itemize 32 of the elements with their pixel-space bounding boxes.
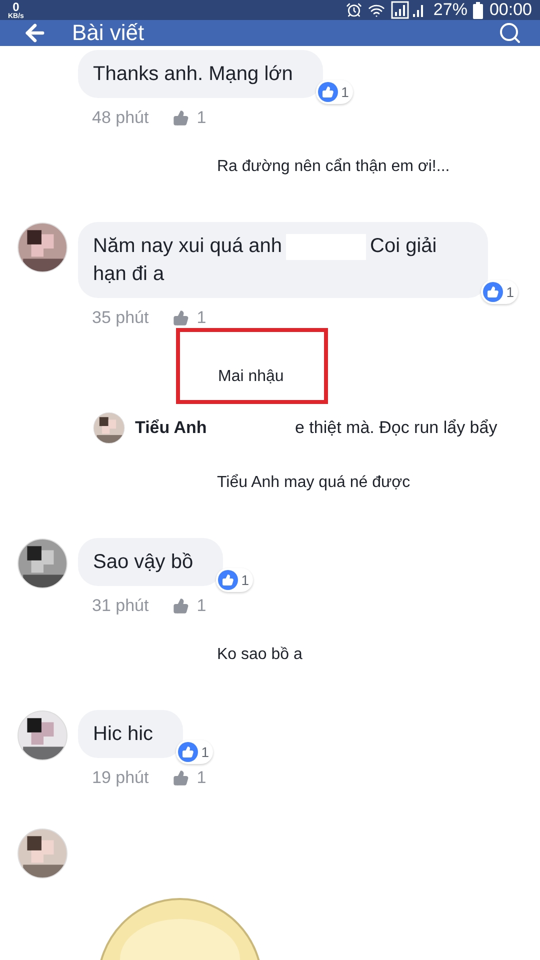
like-count: 1 — [196, 596, 206, 616]
clock: 00:00 — [489, 0, 532, 20]
comment-text: Hic hic — [93, 722, 154, 747]
comment-time: 19 phút — [92, 768, 149, 788]
reaction-badge[interactable]: 1 — [481, 280, 518, 304]
alarm-icon — [346, 2, 362, 18]
battery-icon — [473, 2, 484, 18]
like-icon[interactable] — [172, 598, 189, 614]
like-count: 1 — [196, 308, 206, 328]
comment-text: Thanks anh. Mạng lớn — [93, 62, 293, 87]
comment-text: Năm nay xui quá anh Coi giải hạn đi a — [93, 232, 438, 287]
like-count: 1 — [196, 768, 206, 788]
reply-author[interactable]: Tiểu Anh — [135, 418, 285, 438]
like-count: 1 — [196, 108, 206, 128]
reaction-badge[interactable]: 1 — [176, 740, 214, 764]
reply-text: e thiệt mà. Đọc run lẩy bẩy — [295, 418, 498, 438]
comment-time: 35 phút — [92, 308, 149, 328]
comment-time: 31 phút — [92, 596, 149, 616]
caption-text: Ra đường nên cẩn thận em ơi!... — [217, 158, 450, 176]
like-icon[interactable] — [172, 310, 189, 326]
search-button[interactable] — [498, 21, 522, 45]
like-icon[interactable] — [172, 770, 189, 786]
caption-text: Tiểu Anh may quá né được — [217, 474, 410, 492]
like-icon[interactable] — [172, 110, 189, 126]
reaction-badge[interactable]: 1 — [216, 568, 254, 592]
battery-percent: 27% — [433, 0, 468, 20]
comment-text: Sao vậy bồ — [93, 550, 194, 575]
highlighted-caption: Mai nhậu — [176, 328, 328, 404]
page-title: Bài viết — [72, 20, 146, 46]
caption-text: Ko sao bồ a — [217, 646, 302, 664]
reaction-badge[interactable]: 1 — [316, 80, 353, 104]
comment-time: 48 phút — [92, 108, 149, 128]
